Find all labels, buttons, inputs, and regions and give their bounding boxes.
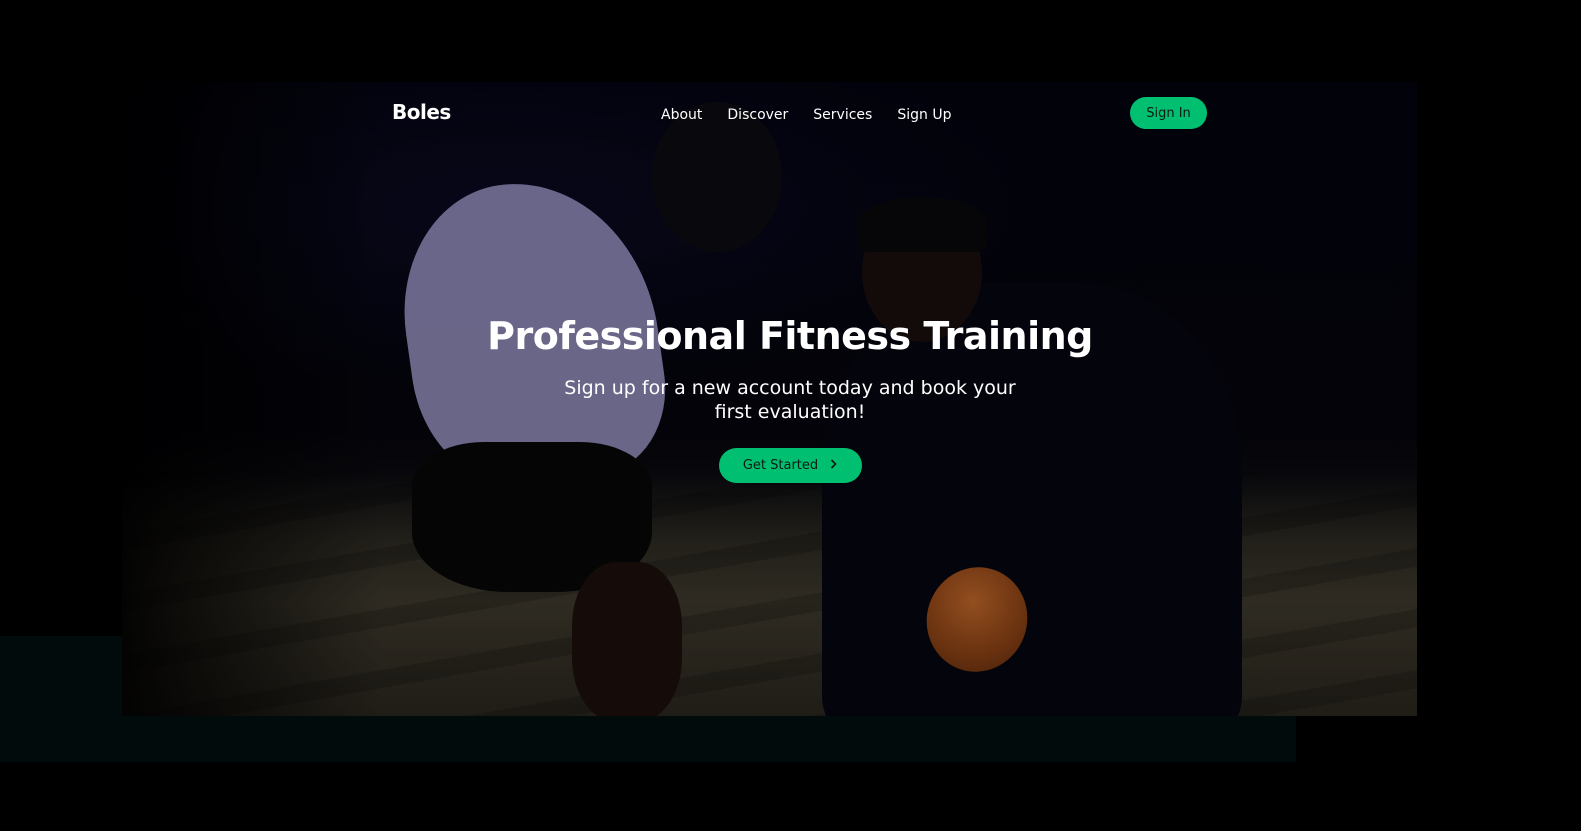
nav-item-services: Services bbox=[813, 104, 872, 123]
nav-item-discover: Discover bbox=[727, 104, 788, 123]
hero-subtitle: Sign up for a new account today and book… bbox=[564, 377, 1016, 423]
nav-item-signup: Sign Up bbox=[897, 104, 951, 123]
navbar: Boles About Discover Services Sign Up Si… bbox=[392, 96, 1207, 130]
nav-link-about[interactable]: About bbox=[661, 107, 702, 123]
hero-title: Professional Fitness Training bbox=[487, 314, 1093, 358]
logo[interactable]: Boles bbox=[392, 100, 451, 124]
nav-link-services[interactable]: Services bbox=[813, 107, 872, 123]
get-started-button[interactable]: Get Started bbox=[718, 448, 862, 483]
chevron-right-icon bbox=[830, 458, 837, 473]
get-started-label: Get Started bbox=[742, 458, 819, 473]
nav-link-discover[interactable]: Discover bbox=[727, 107, 788, 123]
nav-item-about: About bbox=[661, 104, 702, 123]
nav-menu: About Discover Services Sign Up bbox=[661, 104, 951, 123]
hero-content: Professional Fitness Training Sign up fo… bbox=[390, 308, 1190, 483]
nav-link-signup[interactable]: Sign Up bbox=[897, 107, 951, 123]
sign-in-button[interactable]: Sign In bbox=[1130, 97, 1207, 129]
landing-page: Boles About Discover Services Sign Up Si… bbox=[0, 0, 1581, 831]
